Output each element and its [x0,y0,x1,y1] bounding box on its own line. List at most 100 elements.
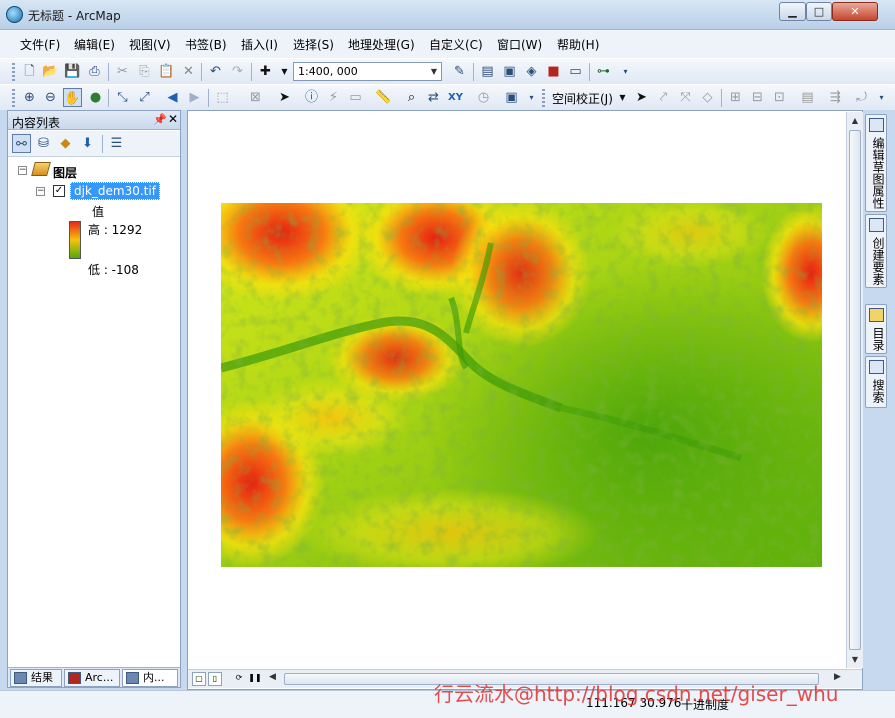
attribute-transfer-icon[interactable]: ▤ [798,88,817,107]
chevron-down-icon[interactable]: ▼ [613,88,632,107]
toolbar-grip[interactable] [542,89,545,107]
toolbar-options-icon[interactable]: ▾ [616,62,635,81]
list-by-source-icon[interactable]: ⛁ [34,134,53,153]
list-by-selection-icon[interactable]: ⬇ [78,134,97,153]
pin-icon[interactable]: 📌 [153,113,167,126]
find-binoculars-icon[interactable]: ⌕ [402,88,421,107]
tab-results[interactable]: 结果 [10,669,62,687]
layer-name-djk-dem30[interactable]: djk_dem30.tif [70,182,160,200]
maximize-button[interactable]: □ [806,2,832,21]
map-scale-combobox[interactable]: 1:400, 000 ▼ [293,62,442,81]
edit-tool-arrow-icon[interactable]: ➤ [632,88,651,107]
measure-icon[interactable]: 📏 [374,88,393,107]
arcmap-app-icon[interactable] [6,6,23,23]
layout-view-icon[interactable]: ▯ [208,672,222,686]
cut-icon[interactable]: ✂ [113,62,132,81]
tab-create-features[interactable]: 创建要素 [865,214,887,288]
view-link-table-icon[interactable]: ⊞ [726,88,745,107]
tab-edit-sketch-properties[interactable]: 编辑草图属性 [865,114,887,212]
scroll-left-icon[interactable]: ◀ [269,672,276,682]
close-icon[interactable]: ✕ [168,112,178,126]
print-icon[interactable]: ⎙ [85,62,104,81]
pan-hand-icon[interactable]: ✋ [63,88,82,107]
list-by-visibility-icon[interactable]: ◆ [56,134,75,153]
new-document-icon[interactable]: 🗋 [20,62,39,81]
select-features-icon[interactable]: ⬚ [213,88,232,107]
hyperlink-icon[interactable]: ⚡ [324,88,343,107]
tab-search[interactable]: 搜索 [865,356,887,408]
menu-windows[interactable]: 窗口(W) [497,36,542,53]
tab-arctoolbox[interactable]: Arc... [64,669,120,687]
tab-catalog[interactable]: 目录 [865,304,887,354]
find-route-icon[interactable]: ⇄ [424,88,443,107]
collapse-icon[interactable]: − [18,166,27,175]
fixed-zoom-in-icon[interactable]: ⤡ [113,88,132,107]
redo-icon[interactable]: ↷ [228,62,247,81]
new-displacement-link-icon[interactable]: ⤤ [654,88,673,107]
toolbar-options-icon[interactable]: ▾ [872,88,891,107]
delete-icon[interactable]: ✕ [179,62,198,81]
copy-icon[interactable]: ⎘ [135,62,154,81]
collapse-icon[interactable]: − [36,187,45,196]
menu-selection[interactable]: 选择(S) [293,36,334,53]
data-view-icon[interactable]: ▢ [192,672,206,686]
create-viewer-window-icon[interactable]: ▣ [502,88,521,107]
list-by-drawing-order-icon[interactable]: ⚯ [12,134,31,153]
map-vertical-scrollbar[interactable]: ▲ ▼ [846,112,863,668]
layer-visibility-checkbox[interactable]: ✓ [53,185,65,197]
clear-selection-icon[interactable]: ⊠ [246,88,265,107]
toolbar-grip[interactable] [12,63,15,81]
identify-icon[interactable]: ⓘ [302,88,321,107]
rubbersheet-icon[interactable]: ⤾ [852,88,871,107]
modify-link-icon[interactable]: ⤧ [676,88,695,107]
spatial-adjustment-menu[interactable]: 空间校正(J) [552,90,613,107]
menu-file[interactable]: 文件(F) [20,36,60,53]
select-elements-arrow-icon[interactable]: ➤ [275,88,294,107]
tab-table-of-contents[interactable]: 内... [122,669,178,687]
model-builder-icon[interactable]: ⊶ [594,62,613,81]
multi-displacement-icon[interactable]: ◇ [698,88,717,107]
save-icon[interactable]: 💾 [63,62,82,81]
table-window-icon[interactable]: ▤ [478,62,497,81]
back-arrow-icon[interactable]: ◀ [163,88,182,107]
menu-geoprocessing[interactable]: 地理处理(G) [348,36,415,53]
menu-customize[interactable]: 自定义(C) [429,36,483,53]
menu-edit[interactable]: 编辑(E) [74,36,115,53]
refresh-icon[interactable]: ⟳ [232,672,246,686]
menu-bookmarks[interactable]: 书签(B) [185,36,227,53]
toolbar-grip[interactable] [12,89,15,107]
arctoolbox-icon[interactable]: ■ [544,62,563,81]
search-window-icon[interactable]: ◈ [522,62,541,81]
full-extent-globe-icon[interactable]: ● [86,88,105,107]
forward-arrow-icon[interactable]: ▶ [185,88,204,107]
go-to-xy-icon[interactable]: XY [446,88,465,107]
open-folder-icon[interactable]: 📂 [41,62,60,81]
zoom-out-icon[interactable]: ⊖ [41,88,60,107]
scroll-down-icon[interactable]: ▼ [847,652,863,668]
html-popup-icon[interactable]: ▭ [346,88,365,107]
toc-options-icon[interactable]: ☰ [107,134,126,153]
color-ramp-swatch[interactable] [69,221,81,259]
close-button[interactable]: ✕ [832,2,878,21]
dem-raster[interactable] [221,203,822,567]
chevron-down-icon[interactable]: ▼ [427,63,441,80]
edge-match-icon[interactable]: ⇶ [826,88,845,107]
time-slider-icon[interactable]: ◷ [474,88,493,107]
undo-icon[interactable]: ↶ [206,62,225,81]
menu-help[interactable]: 帮助(H) [557,36,599,53]
catalog-window-icon[interactable]: ▣ [500,62,519,81]
python-window-icon[interactable]: ▭ [566,62,585,81]
add-data-icon[interactable]: ✚ [256,62,275,81]
minimize-button[interactable]: ▁ [779,2,806,21]
editor-toolbar-icon[interactable]: ✎ [450,62,469,81]
scroll-up-icon[interactable]: ▲ [847,113,863,129]
vertical-scroll-thumb[interactable] [849,130,861,650]
pause-drawing-icon[interactable]: ❚❚ [248,672,262,686]
zoom-in-icon[interactable]: ⊕ [20,88,39,107]
limited-adjustment-icon[interactable]: ⊟ [748,88,767,107]
fixed-zoom-out-icon[interactable]: ⤢ [135,88,154,107]
menu-insert[interactable]: 插入(I) [241,36,278,53]
add-data-dropdown-icon[interactable]: ▼ [275,62,294,81]
data-frame-layers[interactable]: 图层 [53,164,77,181]
toolbar-options-icon[interactable]: ▾ [522,88,541,107]
